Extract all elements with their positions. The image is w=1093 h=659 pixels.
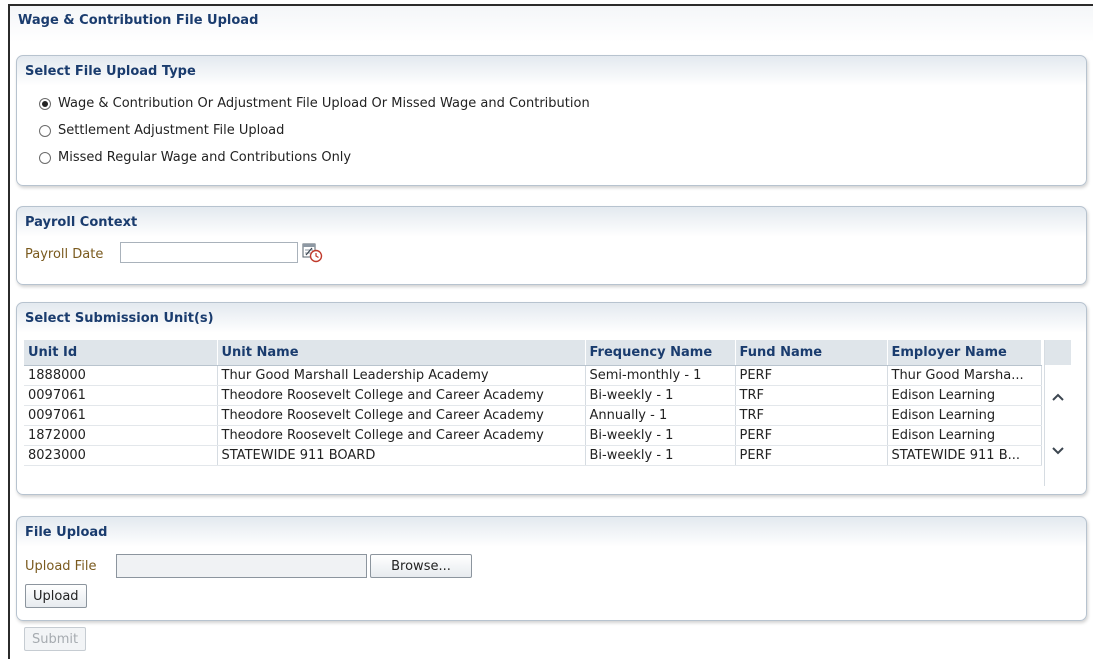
submission-units-table: Unit Id Unit Name Frequency Name Fund Na… [24,340,1042,466]
cell-unit-name: STATEWIDE 911 BOARD [217,445,586,466]
cell-unit-id: 1872000 [24,425,218,446]
column-header-unit-name[interactable]: Unit Name [217,340,586,366]
cell-unit-id: 0097061 [24,405,218,426]
radio-button-selected[interactable] [39,97,51,110]
submit-button[interactable]: Submit [24,627,87,651]
file-upload-panel: File Upload Upload File Browse... Upload [16,516,1087,621]
cell-unit-id: 8023000 [24,445,218,466]
table-row[interactable]: 0097061 Theodore Roosevelt College and C… [24,405,1042,426]
payroll-context-title: Payroll Context [25,215,138,230]
table-row[interactable]: 0097061 Theodore Roosevelt College and C… [24,385,1042,406]
payroll-date-input[interactable] [120,242,298,263]
upload-type-option-label: Wage & Contribution Or Adjustment File U… [58,96,590,111]
column-header-employer-name[interactable]: Employer Name [887,340,1042,366]
cell-fund-name: TRF [735,385,888,406]
cell-unit-name: Theodore Roosevelt College and Career Ac… [217,385,586,406]
cell-employer-name: STATEWIDE 911 B... [887,445,1042,466]
upload-type-panel: Select File Upload Type Wage & Contribut… [16,55,1087,186]
cell-unit-name: Theodore Roosevelt College and Career Ac… [217,405,586,426]
upload-type-title: Select File Upload Type [25,64,196,79]
cell-unit-name: Thur Good Marshall Leadership Academy [217,365,586,386]
table-row[interactable]: 8023000 STATEWIDE 911 BOARD Bi-weekly - … [24,445,1042,466]
column-header-unit-id[interactable]: Unit Id [24,340,218,366]
page-title: Wage & Contribution File Upload [18,13,259,28]
upload-type-option-settlement-adjustment[interactable]: Settlement Adjustment File Upload [39,123,284,138]
upload-type-option-label: Settlement Adjustment File Upload [58,123,285,138]
cell-fund-name: PERF [735,365,888,386]
table-row[interactable]: 1872000 Theodore Roosevelt College and C… [24,425,1042,446]
cell-frequency-name: Annually - 1 [585,405,736,426]
table-scrollbar[interactable] [1044,340,1071,486]
cell-frequency-name: Bi-weekly - 1 [585,425,736,446]
payroll-date-label: Payroll Date [25,247,104,262]
cell-employer-name: Edison Learning [887,385,1042,406]
payroll-context-panel: Payroll Context Payroll Date [16,206,1087,285]
browse-button[interactable]: Browse... [370,554,472,578]
file-upload-title: File Upload [25,525,108,540]
column-header-frequency-name[interactable]: Frequency Name [585,340,736,366]
radio-button[interactable] [39,124,51,137]
cell-fund-name: TRF [735,405,888,426]
cell-frequency-name: Bi-weekly - 1 [585,385,736,406]
upload-button[interactable]: Upload [25,584,87,608]
cell-employer-name: Thur Good Marsha... [887,365,1042,386]
upload-file-input[interactable] [116,554,367,578]
table-row[interactable]: 1888000 Thur Good Marshall Leadership Ac… [24,365,1042,386]
cell-fund-name: PERF [735,425,888,446]
column-header-fund-name[interactable]: Fund Name [735,340,888,366]
submission-units-panel: Select Submission Unit(s) Unit Id Unit N… [16,302,1087,495]
cell-unit-id: 0097061 [24,385,218,406]
scrollbar-header [1045,340,1071,365]
cell-employer-name: Edison Learning [887,425,1042,446]
upload-type-option-wage-contribution[interactable]: Wage & Contribution Or Adjustment File U… [39,96,590,111]
cell-employer-name: Edison Learning [887,405,1042,426]
submission-units-title: Select Submission Unit(s) [25,311,214,326]
upload-type-option-label: Missed Regular Wage and Contributions On… [58,150,352,165]
radio-button[interactable] [39,151,51,164]
chevron-up-icon[interactable] [1051,392,1065,402]
cell-fund-name: PERF [735,445,888,466]
cell-unit-name: Theodore Roosevelt College and Career Ac… [217,425,586,446]
cell-frequency-name: Bi-weekly - 1 [585,445,736,466]
cell-unit-id: 1888000 [24,365,218,386]
upload-file-label: Upload File [25,559,97,574]
chevron-down-icon[interactable] [1051,446,1065,456]
calendar-clock-icon[interactable] [301,241,323,263]
table-header-row: Unit Id Unit Name Frequency Name Fund Na… [24,340,1042,366]
cell-frequency-name: Semi-monthly - 1 [585,365,736,386]
upload-type-option-missed-regular[interactable]: Missed Regular Wage and Contributions On… [39,150,351,165]
